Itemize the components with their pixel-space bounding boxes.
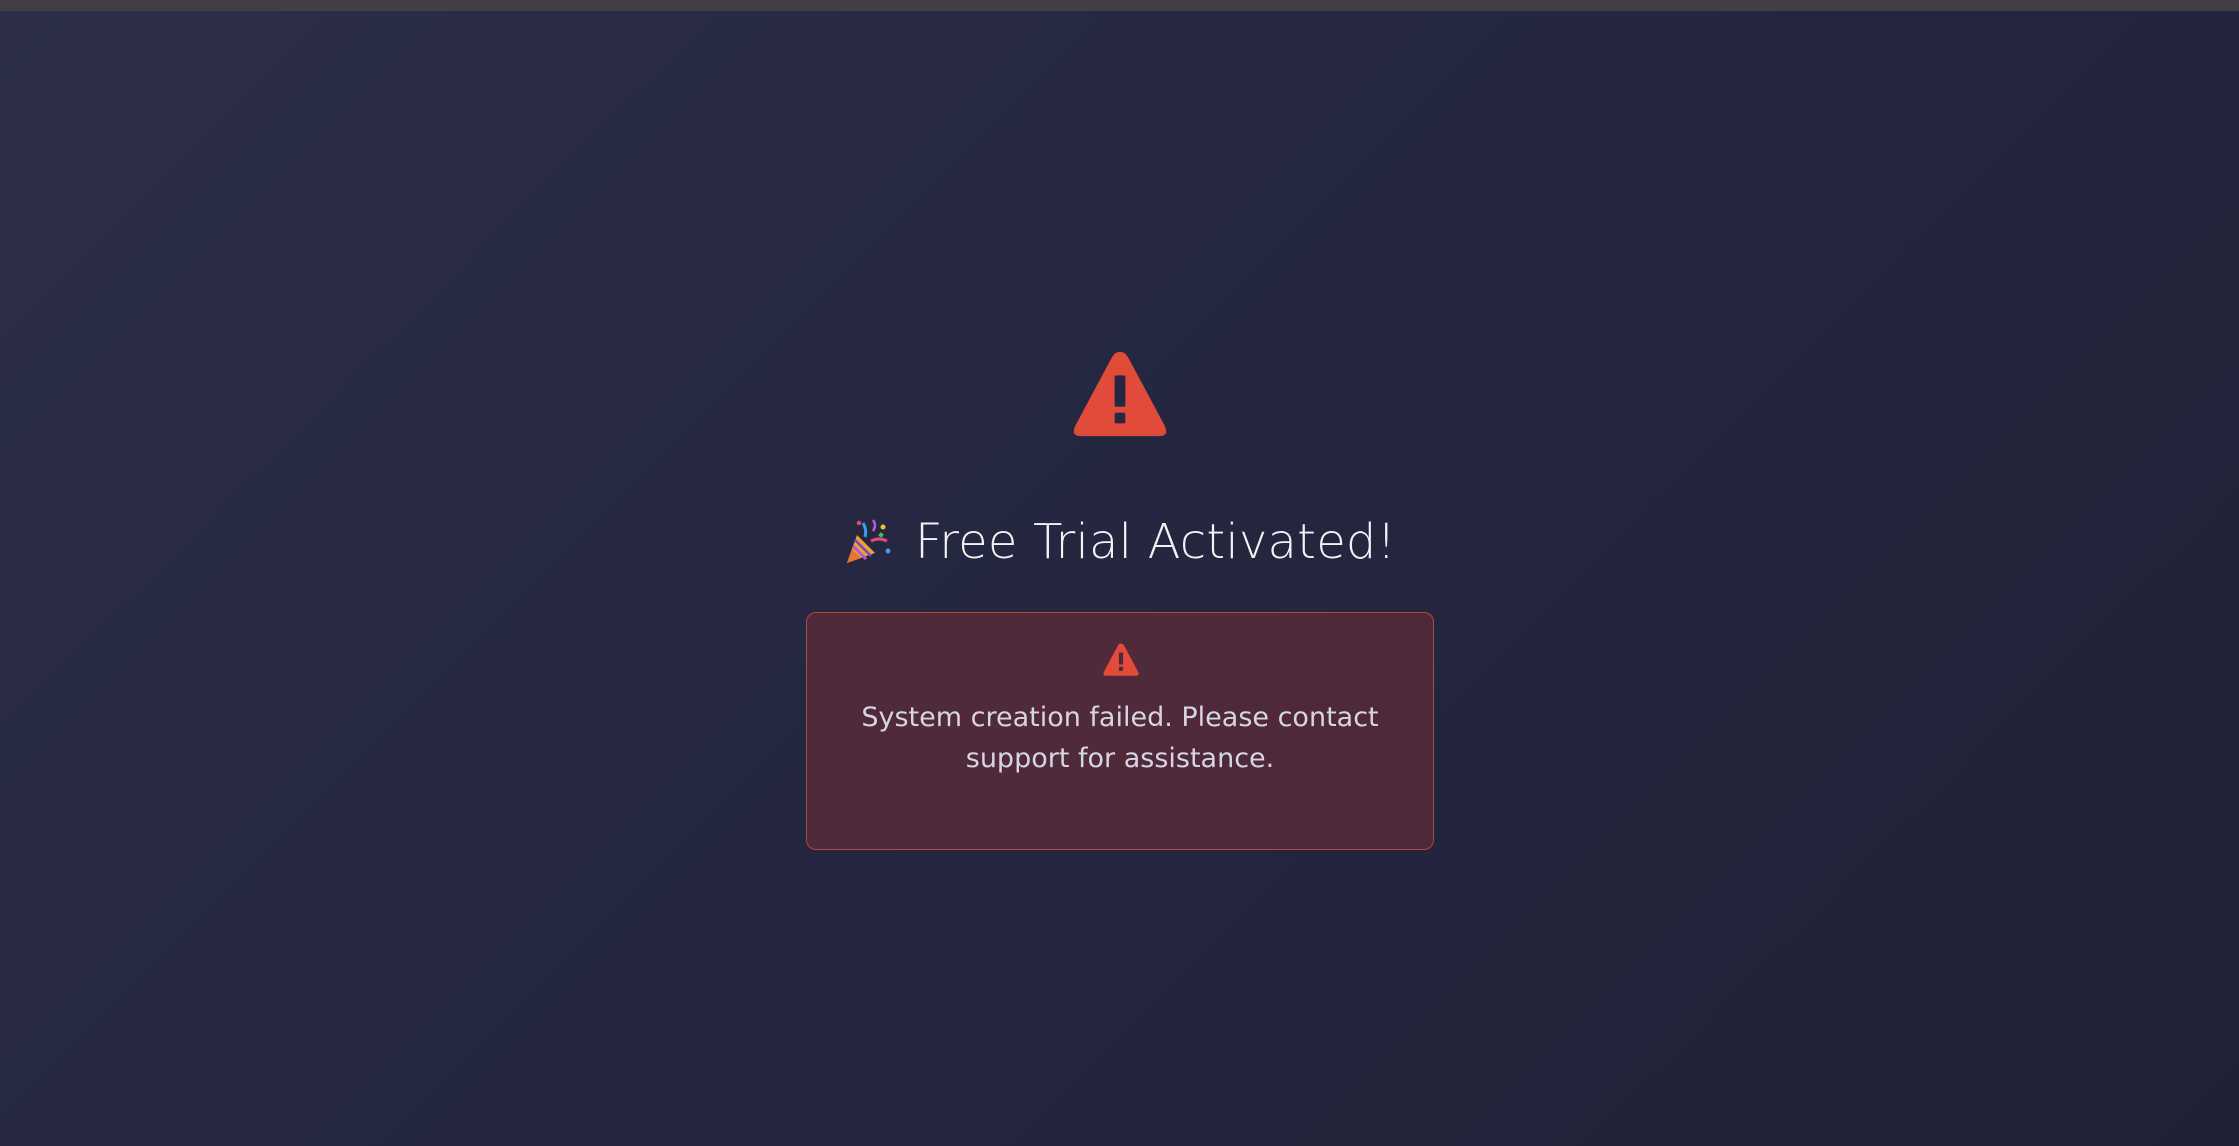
party-popper-icon <box>846 519 891 563</box>
heading-text: Free Trial Activated! <box>914 514 1397 570</box>
page-title: Free Trial Activated! <box>0 508 2239 576</box>
error-message: System creation failed. Please contact s… <box>861 702 1379 774</box>
error-alert: System creation failed. Please contact s… <box>806 612 1434 850</box>
warning-triangle-icon <box>1073 351 1167 437</box>
warning-triangle-icon <box>1103 643 1139 676</box>
window-top-strip <box>0 0 2239 11</box>
